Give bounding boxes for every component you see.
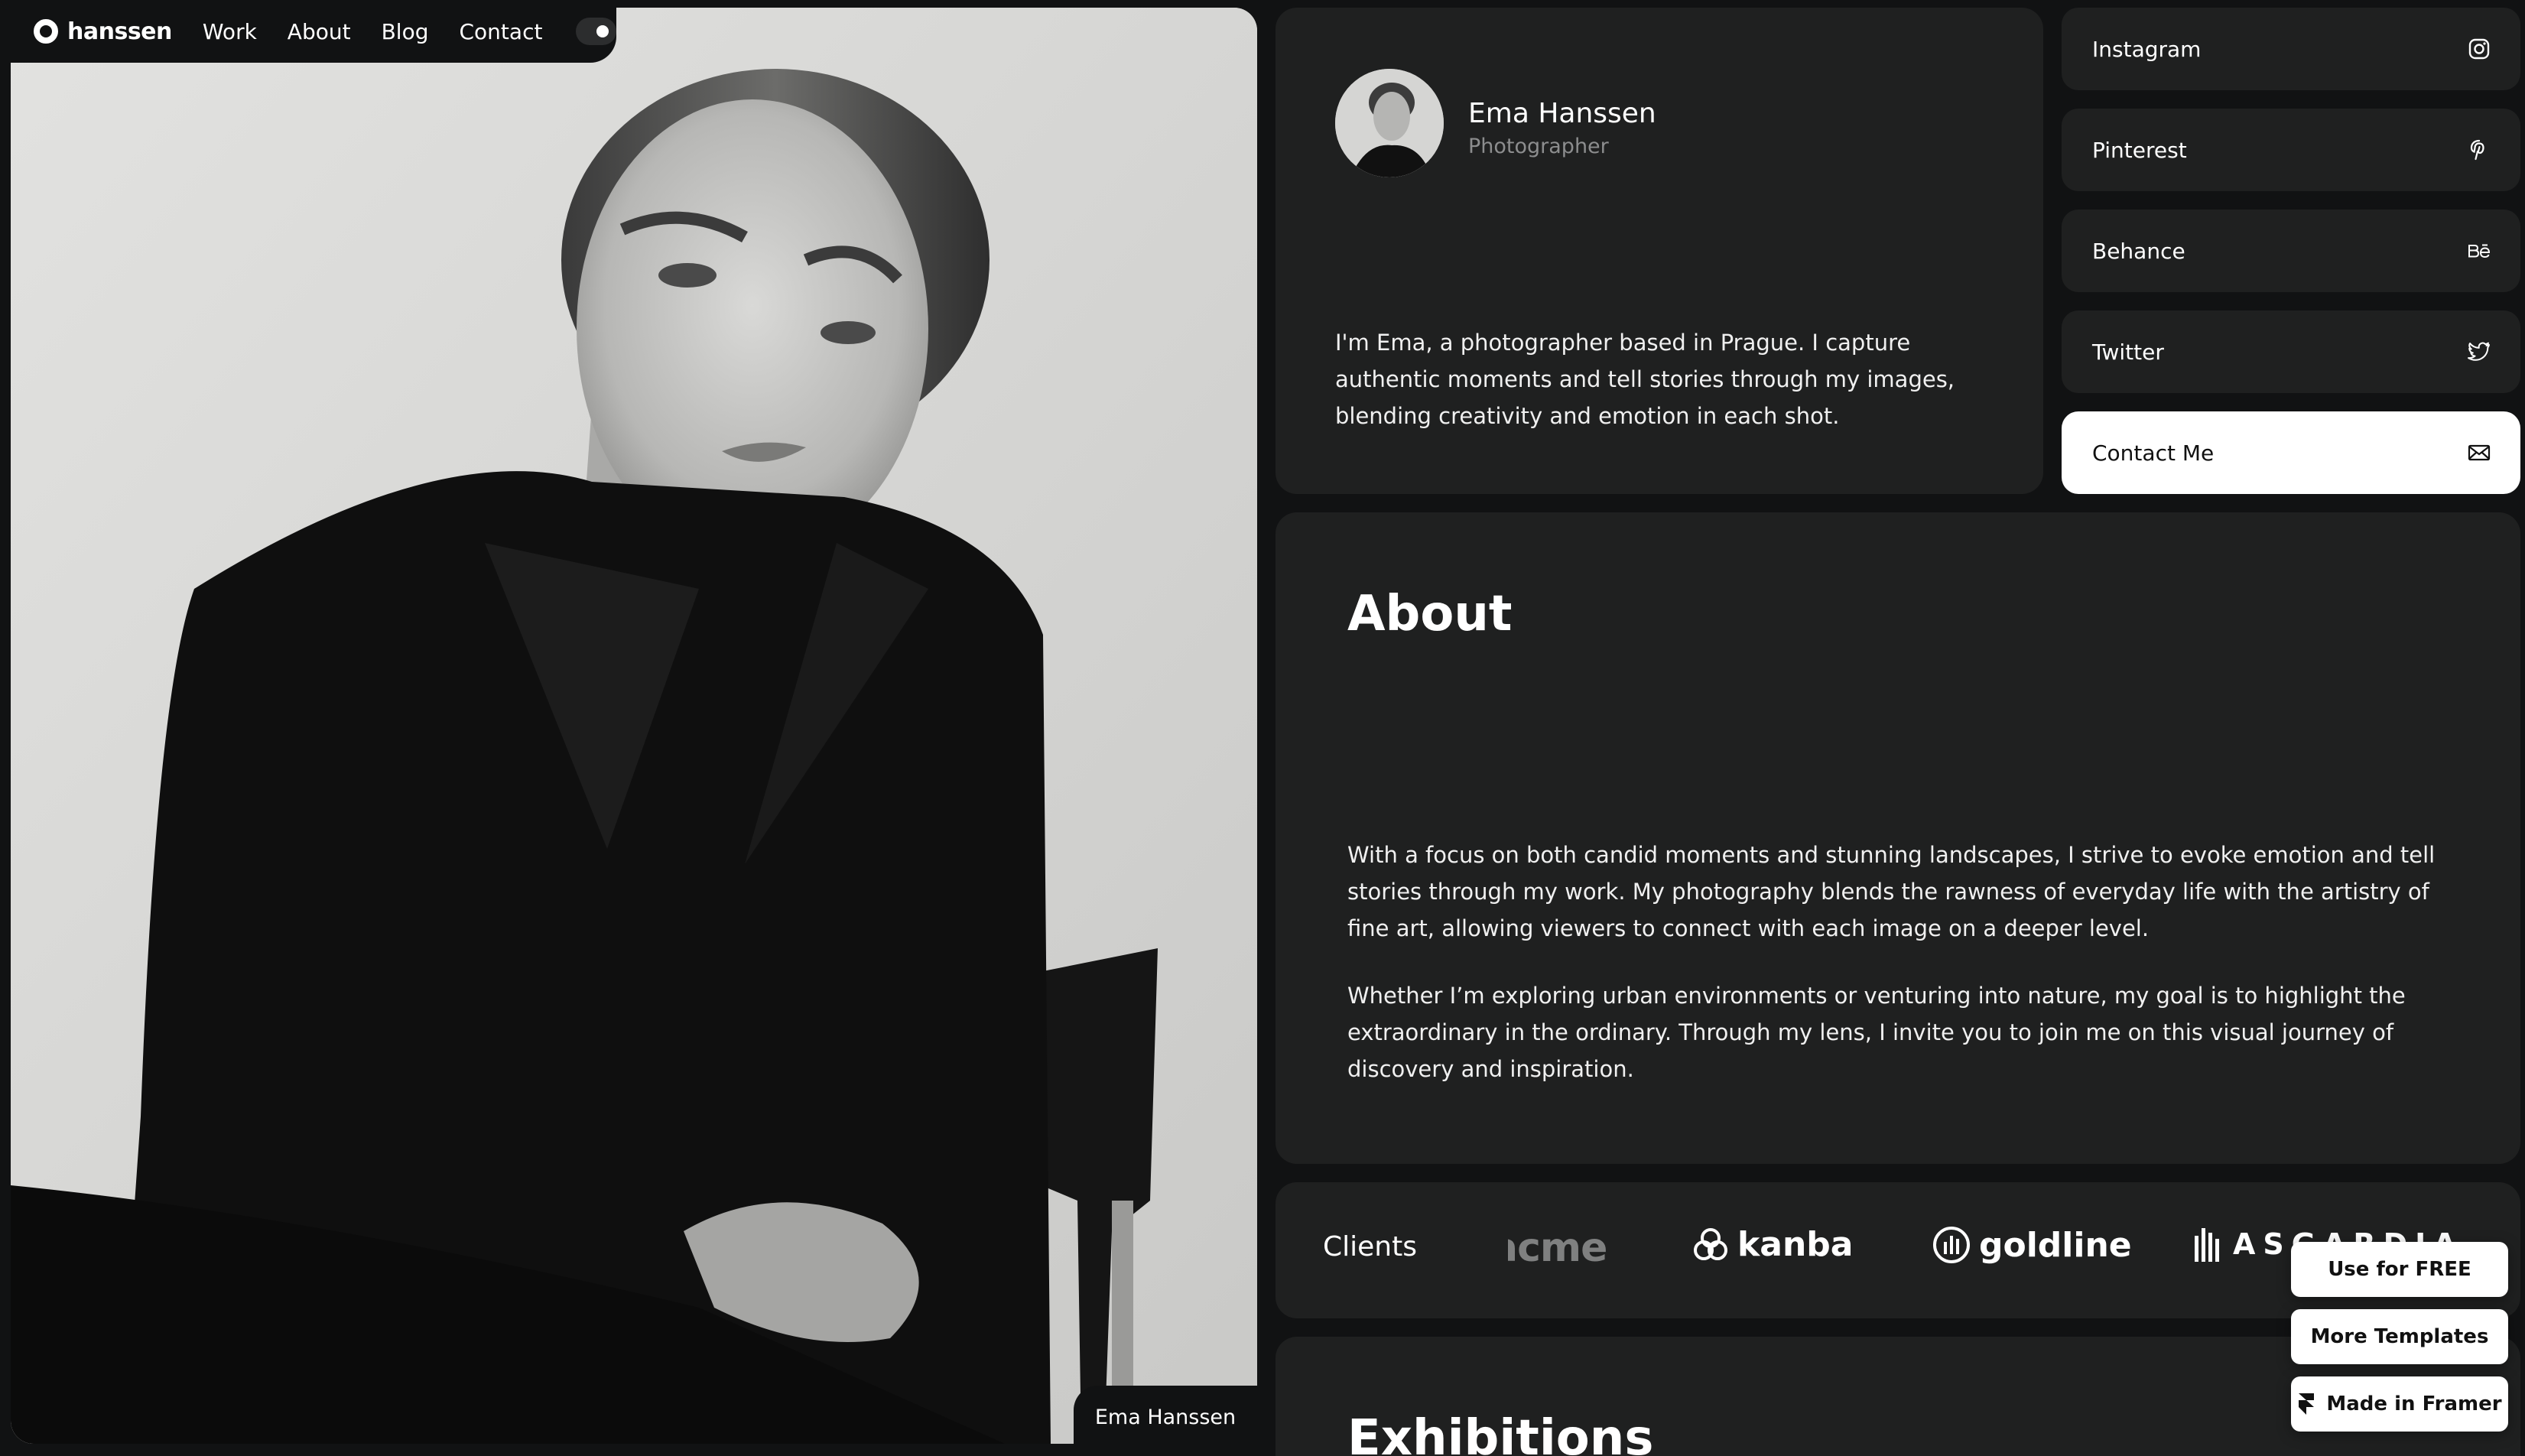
acme-wordmark: acme [1491,1225,1607,1271]
kanba-wordmark: kanba [1737,1225,1854,1264]
toggle-knob [596,25,609,37]
portrait-photo [11,8,1257,1444]
use-for-free-button[interactable]: Use for FREE [2291,1242,2508,1297]
made-in-framer-button[interactable]: Made in Framer [2291,1376,2508,1432]
profile-card: Ema Hanssen Photographer I'm Ema, a phot… [1275,8,2043,494]
contact-me-label: Contact Me [2092,440,2215,466]
exhibitions-title: Exhibitions [1347,1410,1654,1456]
pinterest-button[interactable]: Pinterest [2062,109,2520,191]
mail-icon [2468,444,2491,461]
avatar-image [1335,69,1444,177]
pinterest-icon [2470,139,2484,161]
logo-text: hanssen [67,18,172,45]
avatar [1335,69,1444,177]
twitter-button[interactable]: Twitter [2062,310,2520,393]
contact-me-button[interactable]: Contact Me [2062,411,2520,494]
behance-button[interactable]: Behance [2062,210,2520,292]
instagram-label: Instagram [2092,36,2202,62]
client-logo-kanba: kanba [1691,1225,1853,1264]
goldline-icon [1933,1227,1970,1263]
framer-icon [2299,1393,2315,1415]
clients-label: Clients [1323,1231,1417,1263]
profile-bio: I'm Ema, a photographer based in Prague.… [1335,330,1955,429]
profile-name: Ema Hanssen [1468,98,1656,129]
behance-icon [2468,244,2491,258]
made-in-framer-label: Made in Framer [2326,1393,2502,1415]
nav-link-about[interactable]: About [288,19,351,44]
logo-ring-icon [34,19,58,44]
about-title: About [1347,586,1513,642]
client-logo-acme: acme [1491,1225,1607,1271]
asgardia-icon [2195,1228,2219,1262]
behance-label: Behance [2092,238,2185,264]
twitter-label: Twitter [2092,339,2164,365]
about-paragraph-2: Whether I’m exploring urban environments… [1347,983,2406,1082]
client-logo-goldline: goldline [1932,1225,2132,1265]
portrait-image [11,8,1257,1444]
instagram-icon [2468,38,2490,60]
about-section: About With a focus on both candid moment… [1275,512,2520,1164]
pinterest-label: Pinterest [2092,137,2187,163]
theme-toggle[interactable] [576,18,616,45]
more-templates-button[interactable]: More Templates [2291,1309,2508,1364]
kanba-icon [1694,1227,1727,1260]
brand-logo[interactable]: hanssen [34,18,172,45]
use-for-free-label: Use for FREE [2328,1258,2471,1281]
profile-role: Photographer [1468,135,1609,158]
instagram-button[interactable]: Instagram [2062,8,2520,90]
more-templates-label: More Templates [2310,1325,2489,1348]
top-navigation: hanssen Work About Blog Contact [0,0,616,63]
about-paragraph-1: With a focus on both candid moments and … [1347,842,2436,941]
goldline-wordmark: goldline [1979,1225,2132,1265]
twitter-icon [2468,342,2490,361]
photo-caption: Ema Hanssen [1074,1386,1257,1448]
nav-link-contact[interactable]: Contact [460,19,543,44]
nav-link-blog[interactable]: Blog [382,19,429,44]
nav-link-work[interactable]: Work [203,19,257,44]
